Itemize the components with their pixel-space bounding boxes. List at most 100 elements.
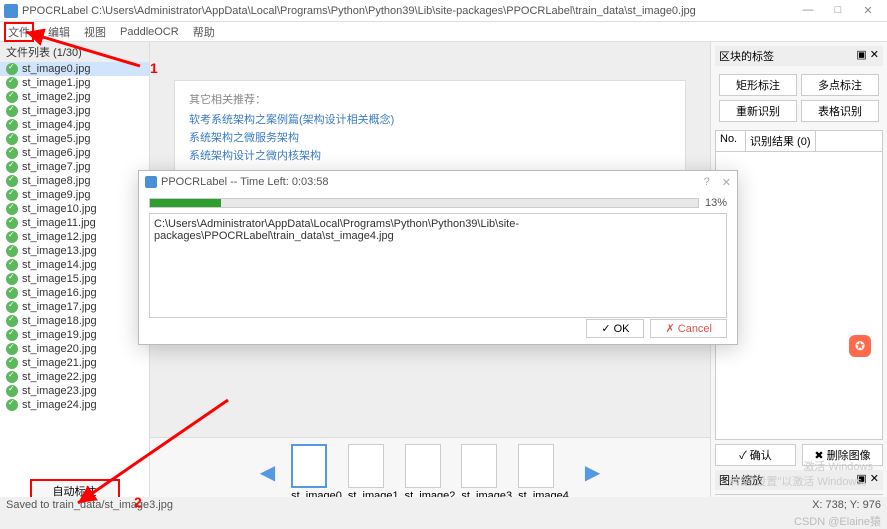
labels-panel-header: 区块的标签▣ ✕ <box>715 46 883 66</box>
doc-link: 软考系统架构之案例篇(架构设计相关概念) <box>189 111 671 127</box>
file-label: st_image18.jpg <box>22 315 97 327</box>
progress-percent: 13% <box>705 197 727 209</box>
list-item[interactable]: st_image17.jpg <box>0 300 149 314</box>
check-icon <box>6 371 18 383</box>
windows-watermark: 激活 Windows转到"设置"以激活 Windows。 <box>730 460 874 489</box>
thumbnail[interactable]: st_image3 <box>461 444 512 502</box>
dialog-close-icon[interactable]: ✕ <box>722 176 731 189</box>
rerecognize-button[interactable]: 重新识别 <box>719 100 797 122</box>
list-item[interactable]: st_image20.jpg <box>0 342 149 356</box>
check-icon <box>6 329 18 341</box>
thumbnail[interactable]: st_image0 <box>291 444 342 502</box>
list-item[interactable]: st_image23.jpg <box>0 384 149 398</box>
menu-paddle[interactable]: PaddleOCR <box>120 26 179 38</box>
list-item[interactable]: st_image1.jpg <box>0 76 149 90</box>
panel-controls[interactable]: ▣ ✕ <box>856 48 879 64</box>
file-label: st_image6.jpg <box>22 147 91 159</box>
status-saved: Saved to train_data/st_image3.jpg <box>6 499 173 511</box>
dialog-title: PPOCRLabel -- Time Left: 0:03:58 <box>161 176 329 188</box>
menu-help[interactable]: 帮助 <box>193 24 215 40</box>
check-icon <box>6 399 18 411</box>
list-item[interactable]: st_image16.jpg <box>0 286 149 300</box>
points-label-button[interactable]: 多点标注 <box>801 74 879 96</box>
annotation-2: 2 <box>134 494 142 510</box>
list-item[interactable]: st_image11.jpg <box>0 216 149 230</box>
list-item[interactable]: st_image22.jpg <box>0 370 149 384</box>
file-label: st_image15.jpg <box>22 273 97 285</box>
file-label: st_image10.jpg <box>22 203 97 215</box>
prev-arrow-icon[interactable]: ◀ <box>250 460 285 485</box>
list-item[interactable]: st_image3.jpg <box>0 104 149 118</box>
check-icon <box>6 343 18 355</box>
thumbnail[interactable]: st_image2 <box>405 444 456 502</box>
thumbnail[interactable]: st_image4 <box>518 444 569 502</box>
file-label: st_image20.jpg <box>22 343 97 355</box>
list-item[interactable]: st_image2.jpg <box>0 90 149 104</box>
list-item[interactable]: st_image10.jpg <box>0 202 149 216</box>
doc-link: 系统架构设计之微内核架构 <box>189 147 671 163</box>
list-item[interactable]: st_image5.jpg <box>0 132 149 146</box>
file-label: st_image4.jpg <box>22 119 91 131</box>
check-icon <box>6 259 18 271</box>
menu-edit[interactable]: 编辑 <box>48 24 70 40</box>
file-label: st_image1.jpg <box>22 77 91 89</box>
minimize-button[interactable]: — <box>793 4 823 17</box>
file-list[interactable]: st_image0.jpgst_image1.jpgst_image2.jpgs… <box>0 62 149 475</box>
check-icon <box>6 385 18 397</box>
file-label: st_image11.jpg <box>22 217 96 229</box>
check-icon <box>6 105 18 117</box>
progress-bar <box>149 198 699 208</box>
maximize-button[interactable]: □ <box>823 4 853 17</box>
check-icon <box>6 357 18 369</box>
check-icon <box>6 273 18 285</box>
list-item[interactable]: st_image6.jpg <box>0 146 149 160</box>
doc-card: 其它相关推荐： 软考系统架构之案例篇(架构设计相关概念) 系统架构之微服务架构 … <box>174 80 686 176</box>
menu-view[interactable]: 视图 <box>84 24 106 40</box>
result-list[interactable] <box>715 152 883 440</box>
list-item[interactable]: st_image19.jpg <box>0 328 149 342</box>
list-item[interactable]: st_image15.jpg <box>0 272 149 286</box>
file-label: st_image13.jpg <box>22 245 97 257</box>
close-button[interactable]: ✕ <box>853 4 883 17</box>
file-label: st_image7.jpg <box>22 161 91 173</box>
check-icon <box>6 315 18 327</box>
annotation-1: 1 <box>150 60 158 76</box>
help-bubble-icon[interactable]: ✪ <box>849 335 871 357</box>
check-icon <box>6 147 18 159</box>
related-title: 其它相关推荐： <box>189 91 671 107</box>
list-item[interactable]: st_image9.jpg <box>0 188 149 202</box>
list-item[interactable]: st_image7.jpg <box>0 160 149 174</box>
check-icon <box>6 91 18 103</box>
file-label: st_image2.jpg <box>22 91 91 103</box>
ok-button[interactable]: ✓ OK <box>586 319 644 338</box>
check-icon <box>6 133 18 145</box>
check-icon <box>6 175 18 187</box>
dialog-help-icon[interactable]: ? <box>704 176 710 189</box>
dialog-icon <box>145 176 157 188</box>
list-item[interactable]: st_image8.jpg <box>0 174 149 188</box>
list-item[interactable]: st_image21.jpg <box>0 356 149 370</box>
file-label: st_image14.jpg <box>22 259 97 271</box>
file-label: st_image23.jpg <box>22 385 97 397</box>
sidebar-header: 文件列表 (1/30) <box>0 42 149 62</box>
table-rec-button[interactable]: 表格识别 <box>801 100 879 122</box>
list-item[interactable]: st_image0.jpg <box>0 62 149 76</box>
list-item[interactable]: st_image13.jpg <box>0 244 149 258</box>
list-item[interactable]: st_image18.jpg <box>0 314 149 328</box>
list-item[interactable]: st_image4.jpg <box>0 118 149 132</box>
check-icon <box>6 63 18 75</box>
next-arrow-icon[interactable]: ▶ <box>575 460 610 485</box>
cancel-button[interactable]: ✗ Cancel <box>650 319 727 338</box>
progress-dialog: PPOCRLabel -- Time Left: 0:03:58 ? ✕ 13%… <box>138 170 738 345</box>
list-item[interactable]: st_image24.jpg <box>0 398 149 412</box>
list-item[interactable]: st_image14.jpg <box>0 258 149 272</box>
list-item[interactable]: st_image12.jpg <box>0 230 149 244</box>
file-label: st_image19.jpg <box>22 329 97 341</box>
check-icon <box>6 77 18 89</box>
thumbnail[interactable]: st_image1 <box>348 444 399 502</box>
check-icon <box>6 161 18 173</box>
menubar: 文件 编辑 视图 PaddleOCR 帮助 <box>0 22 887 42</box>
app-icon <box>4 4 18 18</box>
menu-file[interactable]: 文件 <box>4 22 34 42</box>
rect-label-button[interactable]: 矩形标注 <box>719 74 797 96</box>
